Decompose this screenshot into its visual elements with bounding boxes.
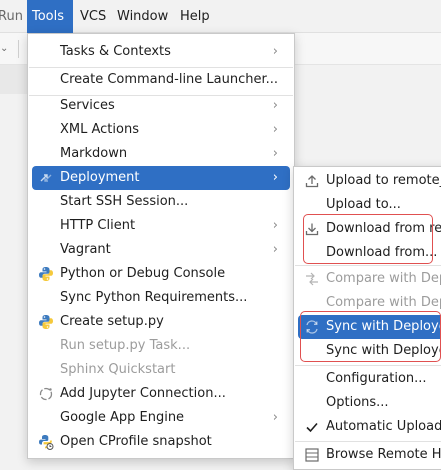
menu-item-label: Python or Debug Console: [60, 266, 226, 281]
chevron-right-icon: ›: [272, 218, 278, 233]
menu-item-http-client[interactable]: HTTP Client ›: [32, 214, 290, 238]
menu-item-label: Vagrant: [60, 242, 111, 257]
menu-item-label: Sync Python Requirements...: [60, 290, 248, 305]
menu-item-sphinx-quickstart: Sphinx Quickstart: [32, 358, 290, 382]
menu-item-download-remote[interactable]: Download from rer: [298, 217, 441, 241]
menu-item-options[interactable]: Options...: [298, 391, 441, 415]
chevron-right-icon: ›: [272, 98, 278, 113]
upload-icon: [304, 173, 320, 189]
menu-item-label: Sync with Deploye: [326, 319, 441, 334]
menu-item-create-setup[interactable]: Create setup.py: [32, 310, 290, 334]
menu-item-label: HTTP Client: [60, 218, 136, 233]
menu-item-download-from[interactable]: Download from...: [298, 241, 441, 265]
menu-item-label: Sphinx Quickstart: [60, 362, 176, 377]
menu-item-label: XML Actions: [60, 122, 139, 137]
cprofile-icon: [38, 434, 54, 450]
menu-window[interactable]: Window: [117, 0, 173, 33]
menu-item-label: Add Jupyter Connection...: [60, 386, 226, 401]
menu-item-vagrant[interactable]: Vagrant ›: [32, 238, 290, 262]
menu-item-label: Deployment: [60, 170, 140, 185]
menu-item-tasks-contexts[interactable]: Tasks & Contexts ›: [32, 40, 290, 64]
menu-item-compare-deployed: Compare with Dep: [298, 267, 441, 291]
menu-item-label: Options...: [326, 395, 389, 410]
menu-separator: [295, 265, 441, 266]
python-icon: [38, 266, 54, 282]
menu-item-services[interactable]: Services ›: [32, 94, 290, 118]
menu-separator: [295, 441, 441, 442]
menu-item-label: Markdown: [60, 146, 128, 161]
menu-item-automatic-upload[interactable]: Automatic Upload: [298, 415, 441, 439]
menu-item-markdown[interactable]: Markdown ›: [32, 142, 290, 166]
menu-item-upload-remote[interactable]: Upload to remote_: [298, 169, 441, 193]
menu-item-label: Open CProfile snapshot: [60, 434, 212, 449]
chevron-right-icon: ›: [272, 44, 278, 59]
sync-icon: [304, 319, 320, 335]
menu-item-sync-requirements[interactable]: Sync Python Requirements...: [32, 286, 290, 310]
menu-item-label: Configuration...: [326, 371, 427, 386]
chevron-right-icon: ›: [272, 242, 278, 257]
menu-item-python-console[interactable]: Python or Debug Console: [32, 262, 290, 286]
menu-item-browse-remote[interactable]: Browse Remote Ho: [298, 443, 441, 467]
menu-item-configuration[interactable]: Configuration...: [298, 367, 441, 391]
menu-item-label: Upload to remote_: [326, 173, 441, 188]
python-icon: [38, 314, 54, 330]
chevron-down-icon[interactable]: ⌄: [0, 41, 12, 57]
menu-item-label: Automatic Upload: [326, 419, 441, 434]
chevron-right-icon: ›: [272, 122, 278, 137]
menu-item-label: Tasks & Contexts: [60, 44, 171, 59]
menu-help[interactable]: Help: [180, 0, 214, 33]
menu-item-label: Upload to...: [326, 197, 401, 212]
menu-item-xml-actions[interactable]: XML Actions ›: [32, 118, 290, 142]
menu-item-add-jupyter[interactable]: Add Jupyter Connection...: [32, 382, 290, 406]
deployment-icon: [38, 170, 54, 186]
menu-item-google-app-engine[interactable]: Google App Engine ›: [32, 406, 290, 430]
menu-separator: [295, 365, 441, 366]
menu-item-upload-to[interactable]: Upload to...: [298, 193, 441, 217]
toolbar-divider: [18, 40, 19, 58]
menu-item-label: Browse Remote Ho: [326, 447, 441, 462]
tools-menu: Tasks & Contexts › Create Command-line L…: [27, 33, 295, 459]
menu-item-run-setup-task: Run setup.py Task...: [32, 334, 290, 358]
chevron-right-icon: ›: [272, 146, 278, 161]
menu-item-label: Download from rer: [326, 221, 441, 236]
menu-item-label: Compare with Dep: [326, 295, 441, 310]
menu-item-compare-deployed-2: Compare with Dep: [298, 291, 441, 315]
download-icon: [304, 221, 320, 237]
chevron-right-icon: ›: [272, 170, 278, 185]
menu-item-label: Google App Engine: [60, 410, 185, 425]
menu-item-label: Start SSH Session...: [60, 194, 189, 209]
menu-item-create-launcher[interactable]: Create Command-line Launcher...: [32, 68, 290, 92]
menu-item-label: Compare with Dep: [326, 271, 441, 286]
compare-icon: [304, 271, 320, 287]
menu-tools[interactable]: Tools: [27, 0, 73, 33]
deployment-submenu: Upload to remote_ Upload to... Download …: [293, 166, 441, 470]
editor-tab-strip: [0, 65, 28, 94]
jupyter-icon: [38, 386, 54, 402]
menu-bar: Run Tools VCS Window Help: [0, 0, 441, 33]
menu-item-label: Run setup.py Task...: [60, 338, 191, 353]
menu-item-label: Download from...: [326, 245, 438, 260]
menu-item-sync-deployed-2[interactable]: Sync with Deploye: [298, 339, 441, 363]
menu-item-deployment[interactable]: Deployment ›: [32, 166, 290, 190]
browse-remote-icon: [304, 447, 320, 463]
checkmark-icon: [304, 419, 320, 435]
menu-run[interactable]: Run: [0, 0, 23, 33]
menu-item-label: Create setup.py: [60, 314, 164, 329]
menu-item-open-cprofile[interactable]: Open CProfile snapshot: [32, 430, 290, 454]
menu-item-sync-deployed[interactable]: Sync with Deploye: [298, 315, 441, 339]
menu-vcs[interactable]: VCS: [80, 0, 114, 33]
menu-item-label: Sync with Deploye: [326, 343, 441, 358]
menu-item-label: Services: [60, 98, 115, 113]
chevron-right-icon: ›: [272, 410, 278, 425]
menu-item-label: Create Command-line Launcher...: [60, 72, 279, 87]
menu-item-start-ssh[interactable]: Start SSH Session...: [32, 190, 290, 214]
